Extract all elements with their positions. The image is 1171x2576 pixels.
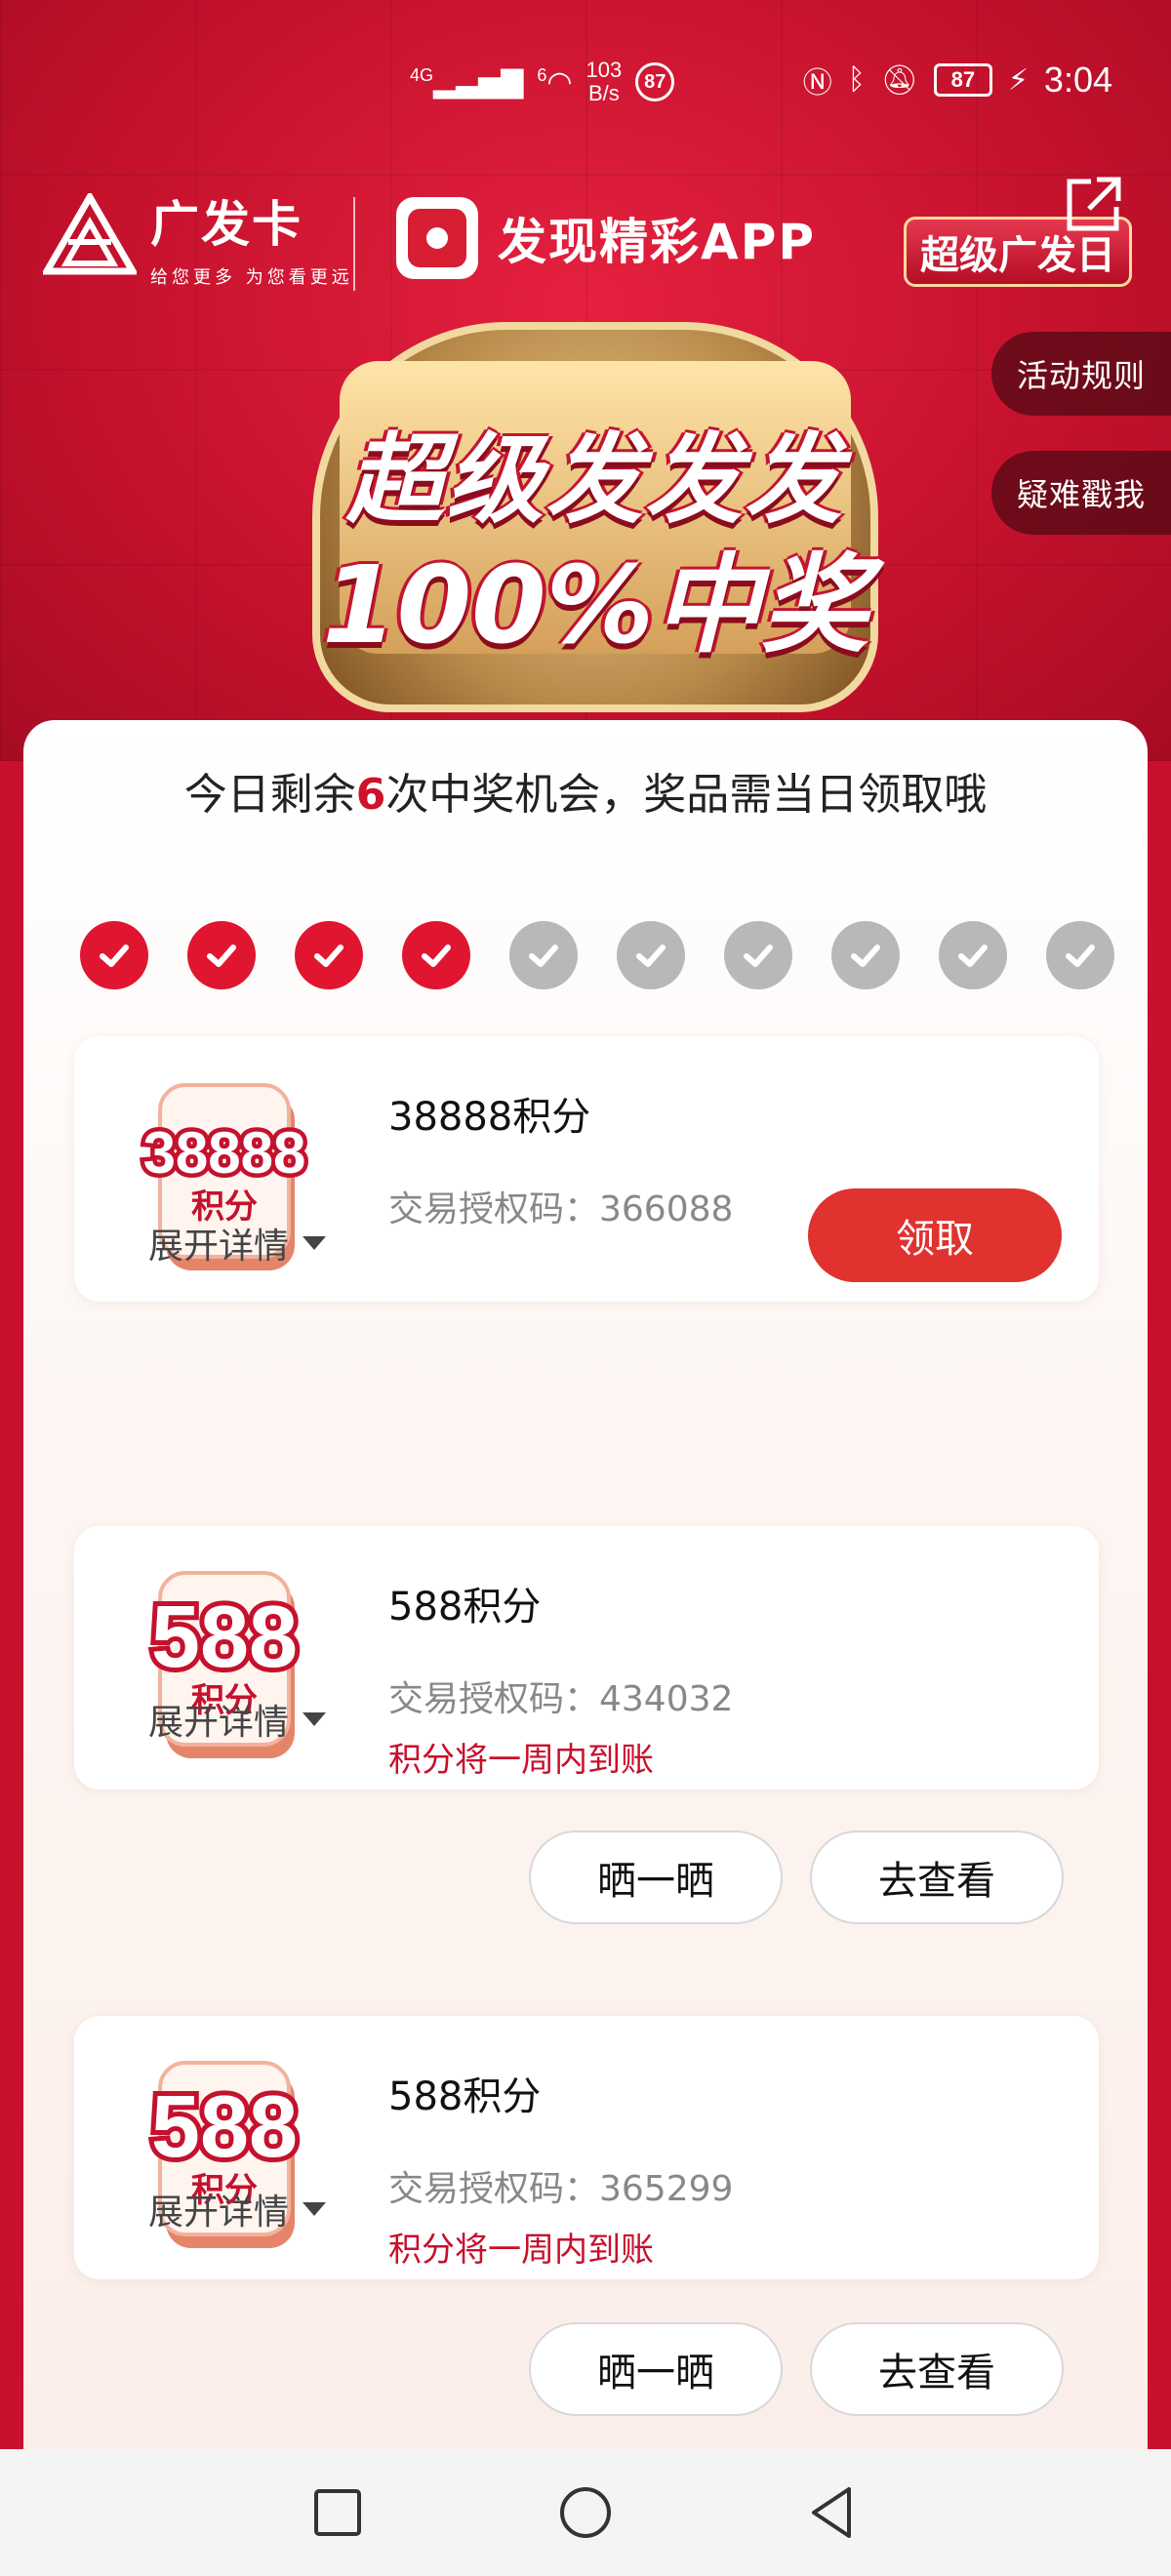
battery-indicator: 87 xyxy=(933,63,992,97)
check-icon xyxy=(187,921,256,989)
check-icon xyxy=(402,921,470,989)
square-icon[interactable] xyxy=(306,2481,369,2544)
clock: 3:04 xyxy=(1043,60,1112,100)
chance-count: 6 xyxy=(355,770,386,820)
view-button[interactable]: 去查看 xyxy=(810,2322,1064,2416)
wifi-icon: 6◠ xyxy=(537,64,573,99)
prize-code: 交易授权码：365299 xyxy=(388,2169,734,2209)
check-icon xyxy=(939,921,1007,989)
share-button[interactable]: 晒一晒 xyxy=(529,1831,783,1924)
chance-prefix: 今日剩余 xyxy=(183,770,356,820)
prize-art-number: 38888 xyxy=(143,1120,306,1186)
check-icon xyxy=(509,921,578,989)
check-icon xyxy=(1046,921,1114,989)
prize-card: 588 积分 588积分 交易授权码：365299 积分将一周内到账 展开详情 xyxy=(74,2016,1099,2279)
check-icon xyxy=(724,921,792,989)
system-nav-bar xyxy=(0,2449,1171,2576)
prize-note: 积分将一周内到账 xyxy=(388,2231,654,2270)
caret-down-icon xyxy=(303,1712,327,1726)
check-icon xyxy=(617,921,685,989)
chance-summary: 今日剩余6次中奖机会，奖品需当日领取哦 xyxy=(23,759,1148,822)
chance-progress xyxy=(80,921,1114,989)
check-icon xyxy=(295,921,363,989)
brand-row: 广发卡 给您更多 为您看更远 发现精彩APP 超级广发日 xyxy=(0,176,1171,312)
mute-icon: 🔕︎ xyxy=(880,63,918,97)
prize-code: 交易授权码：434032 xyxy=(388,1679,734,1719)
brand-divider xyxy=(353,197,355,291)
view-button[interactable]: 去查看 xyxy=(810,1831,1064,1924)
bank-name: 广发卡 xyxy=(150,196,303,253)
network-icon: 4G▂▃▅▇ xyxy=(410,64,524,99)
share-icon[interactable] xyxy=(1062,172,1126,236)
app-logo: 发现精彩APP xyxy=(396,197,816,279)
status-right: Ⓝ ᛒ 🔕︎ 87 ⚡︎ 3:04 xyxy=(803,59,1112,101)
main-card: 今日剩余6次中奖机会，奖品需当日领取哦 38888 积分 38888积分 交易授… xyxy=(23,720,1148,2478)
expand-label: 展开详情 xyxy=(148,2193,290,2233)
expand-label: 展开详情 xyxy=(148,1227,290,1267)
charging-icon: ⚡︎ xyxy=(1007,63,1029,97)
notification-count: 87 xyxy=(635,62,675,101)
claim-button[interactable]: 领取 xyxy=(808,1188,1062,1282)
back-triangle-icon[interactable] xyxy=(802,2481,865,2544)
bluetooth-icon: ᛒ xyxy=(847,63,866,96)
nfc-icon: Ⓝ xyxy=(802,67,832,100)
chance-suffix: 次中奖机会，奖品需当日领取哦 xyxy=(385,770,988,820)
expand-label: 展开详情 xyxy=(148,1703,290,1743)
header-banner: 4G▂▃▅▇ 6◠ 103 B/s 87 Ⓝ ᛒ 🔕︎ 87 ⚡︎ 3:04 广… xyxy=(0,0,1171,761)
status-bar: 4G▂▃▅▇ 6◠ 103 B/s 87 Ⓝ ᛒ 🔕︎ 87 ⚡︎ 3:04 xyxy=(0,0,1171,176)
prize-title: 588积分 xyxy=(388,2074,542,2119)
net-speed: 103 B/s xyxy=(586,58,623,105)
status-left: 4G▂▃▅▇ 6◠ 103 B/s 87 xyxy=(410,58,675,105)
prize-title: 588积分 xyxy=(388,1585,542,1630)
share-button[interactable]: 晒一晒 xyxy=(529,2322,783,2416)
expand-details[interactable]: 展开详情 xyxy=(148,2184,327,2234)
prize-art-number: 588 xyxy=(151,2078,298,2176)
caret-down-icon xyxy=(303,2202,327,2216)
bank-slogan: 给您更多 为您看更远 xyxy=(150,267,353,288)
prize-note: 积分将一周内到账 xyxy=(388,1741,654,1780)
bank-logo: 广发卡 给您更多 为您看更远 xyxy=(43,185,353,289)
caret-down-icon xyxy=(303,1236,327,1250)
title-art: 超级发发发 100%中奖 xyxy=(312,293,878,722)
expand-details[interactable]: 展开详情 xyxy=(148,1218,327,1268)
rules-button[interactable]: 活动规则 xyxy=(991,332,1171,416)
check-icon xyxy=(831,921,900,989)
help-button[interactable]: 疑难戳我 xyxy=(991,451,1171,535)
expand-details[interactable]: 展开详情 xyxy=(148,1694,327,1745)
circle-icon[interactable] xyxy=(554,2481,617,2544)
app-name: 发现精彩APP xyxy=(498,214,816,270)
prize-card: 38888 积分 38888积分 交易授权码：366088 展开详情 领取 xyxy=(74,1036,1099,1302)
app-icon xyxy=(396,197,478,279)
bank-logo-icon xyxy=(43,193,137,275)
prize-title: 38888积分 xyxy=(388,1095,591,1140)
title-line2: 100%中奖 xyxy=(322,543,868,667)
prize-code: 交易授权码：366088 xyxy=(388,1189,734,1229)
prize-card: 588 积分 588积分 交易授权码：434032 积分将一周内到账 展开详情 xyxy=(74,1526,1099,1790)
check-icon xyxy=(80,921,148,989)
prize-art-number: 588 xyxy=(151,1589,298,1686)
